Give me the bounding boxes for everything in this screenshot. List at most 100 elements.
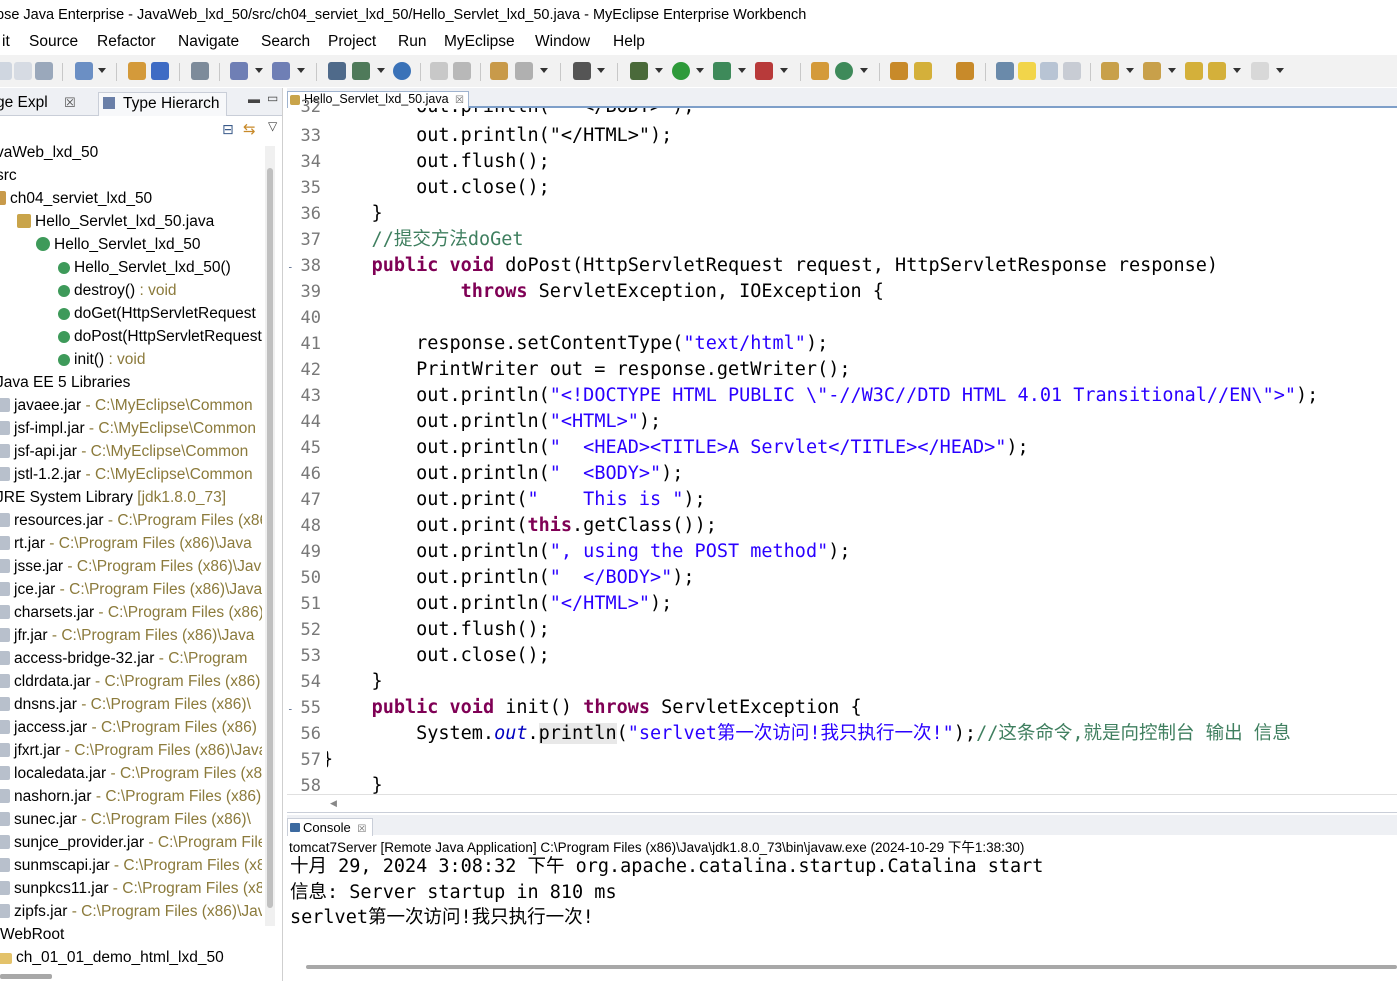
tree-item-jar[interactable]: jfxrt.jar - C:\Program Files (x86)\Java bbox=[0, 739, 262, 762]
view-menu-icon[interactable]: ▽ bbox=[268, 119, 277, 133]
new-class-icon[interactable] bbox=[811, 62, 829, 80]
editor-horizontal-scrollbar[interactable]: ◀ bbox=[287, 794, 1397, 810]
external-tools-icon[interactable] bbox=[755, 62, 773, 80]
fold-marker-icon[interactable]: ⁃ bbox=[288, 263, 293, 274]
menu-window[interactable]: Window bbox=[535, 30, 590, 54]
prev-annotation-icon[interactable] bbox=[1143, 62, 1161, 80]
tree-item-jar[interactable]: jstl-1.2.jar - C:\MyEclipse\Common bbox=[0, 463, 253, 486]
tree-item-jar[interactable]: sunec.jar - C:\Program Files (x86)\ bbox=[0, 808, 251, 831]
globe-icon[interactable] bbox=[393, 62, 411, 80]
tree-item-jar[interactable]: zipfs.jar - C:\Program Files (x86)\Java bbox=[0, 900, 262, 923]
menu-navigate[interactable]: Navigate bbox=[178, 30, 239, 54]
minimize-icon[interactable]: ▬ bbox=[248, 92, 260, 106]
tree-item-method[interactable]: destroy() : void bbox=[58, 279, 177, 302]
deploy-icon[interactable] bbox=[230, 62, 248, 80]
collapse-all-icon[interactable]: ⊟ bbox=[222, 121, 234, 138]
menu-edit[interactable]: it bbox=[2, 30, 10, 54]
highlight-icon[interactable] bbox=[1018, 62, 1036, 80]
pen-icon[interactable] bbox=[914, 62, 932, 80]
back-icon[interactable] bbox=[1208, 62, 1226, 80]
tab-type-hierarchy[interactable]: Type Hierarch bbox=[98, 92, 227, 116]
tree-item-library[interactable]: Java EE 5 Libraries bbox=[0, 371, 130, 394]
tree-item-project[interactable]: vaWeb_lxd_50 bbox=[0, 141, 98, 164]
new-wizard-icon[interactable] bbox=[75, 62, 93, 80]
tree-item-constructor[interactable]: Hello_Servlet_lxd_50() bbox=[58, 256, 231, 279]
maximize-icon[interactable]: ▭ bbox=[267, 91, 278, 105]
tree-item-jar[interactable]: jfr.jar - C:\Program Files (x86)\Java bbox=[0, 624, 254, 647]
tree-item-jar[interactable]: resources.jar - C:\Program Files (x86) bbox=[0, 509, 262, 532]
forward-icon[interactable] bbox=[1251, 62, 1269, 80]
tree-item-jar[interactable]: sunpkcs11.jar - C:\Program Files (x86) bbox=[0, 877, 262, 900]
tree-item-jar[interactable]: nashorn.jar - C:\Program Files (x86) bbox=[0, 785, 261, 808]
image-icon[interactable] bbox=[490, 62, 508, 80]
link-editor-icon[interactable]: ⇆ bbox=[243, 120, 256, 138]
run-config-icon[interactable] bbox=[713, 62, 731, 80]
console-horizontal-scrollbar[interactable] bbox=[306, 965, 1397, 969]
menu-project[interactable]: Project bbox=[328, 30, 376, 54]
tree-item-src[interactable]: src bbox=[0, 164, 17, 187]
tree-item-jar[interactable]: sunjce_provider.jar - C:\Program Files bbox=[0, 831, 262, 854]
tree-item-package[interactable]: ch04_serviet_lxd_50 bbox=[0, 187, 152, 210]
run-icon[interactable] bbox=[672, 62, 690, 80]
menu-source[interactable]: Source bbox=[29, 30, 78, 54]
tree-item-jar[interactable]: jaccess.jar - C:\Program Files (x86) bbox=[0, 716, 257, 739]
tree-item-jar[interactable]: rt.jar - C:\Program Files (x86)\Java bbox=[0, 532, 252, 555]
tree-item-jar[interactable]: charsets.jar - C:\Program Files (x86) bbox=[0, 601, 262, 624]
last-edit-icon[interactable] bbox=[1185, 62, 1203, 80]
tree-item-method[interactable]: init() : void bbox=[58, 348, 146, 371]
server-icon[interactable] bbox=[272, 62, 290, 80]
menu-search[interactable]: Search bbox=[261, 30, 310, 54]
tree-item-jar[interactable]: jsf-impl.jar - C:\MyEclipse\Common bbox=[0, 417, 256, 440]
nav-forward-icon[interactable] bbox=[453, 62, 471, 80]
tools-icon[interactable] bbox=[352, 62, 370, 80]
tree-item-jar[interactable]: jce.jar - C:\Program Files (x86)\Java bbox=[0, 578, 262, 601]
tree-scroll-thumb[interactable] bbox=[267, 168, 273, 908]
open-folder-icon[interactable] bbox=[890, 62, 908, 80]
fold-marker-icon[interactable]: ⁃ bbox=[288, 705, 293, 716]
next-annotation-icon[interactable] bbox=[1101, 62, 1119, 80]
debug-icon[interactable] bbox=[630, 62, 648, 80]
tree-item-jar[interactable]: localedata.jar - C:\Program Files (x86) bbox=[0, 762, 262, 785]
tab-console[interactable]: Console ☒ bbox=[287, 818, 374, 836]
web-project-icon[interactable] bbox=[328, 62, 346, 80]
print-icon[interactable] bbox=[35, 62, 53, 80]
tree-horizontal-scrollbar[interactable] bbox=[0, 974, 52, 979]
tree-item-jre-library[interactable]: JRE System Library [jdk1.8.0_73] bbox=[0, 486, 226, 509]
search-icon[interactable] bbox=[996, 62, 1014, 80]
tree-item-class[interactable]: Hello_Servlet_lxd_50 bbox=[36, 233, 200, 256]
block-select-icon[interactable] bbox=[1040, 62, 1058, 80]
tree-item-java-file[interactable]: Hello_Servlet_lxd_50.java bbox=[17, 210, 214, 233]
tree-item-jar[interactable]: javaee.jar - C:\MyEclipse\Common bbox=[0, 394, 253, 417]
close-icon[interactable]: ☒ bbox=[357, 824, 366, 835]
tab-package-explorer[interactable]: ge Expl ☒ bbox=[0, 92, 76, 116]
tree-item-webroot[interactable]: WebRoot bbox=[0, 923, 64, 946]
code-area[interactable]: out.println(" </BODY>"); out.println("</… bbox=[327, 108, 1397, 798]
open-type-icon[interactable] bbox=[128, 62, 146, 80]
tree-item-jar[interactable]: jsf-api.jar - C:\MyEclipse\Common bbox=[0, 440, 248, 463]
show-whitespace-icon[interactable] bbox=[1063, 62, 1081, 80]
terminal-icon[interactable] bbox=[191, 62, 209, 80]
search-web-icon[interactable] bbox=[515, 62, 533, 80]
new-icon[interactable] bbox=[0, 62, 12, 80]
tree-item-jar[interactable]: cldrdata.jar - C:\Program Files (x86) bbox=[0, 670, 260, 693]
menu-run[interactable]: Run bbox=[398, 30, 426, 54]
tree-item-method[interactable]: doGet(HttpServletRequest bbox=[58, 302, 256, 325]
new-interface-icon[interactable] bbox=[835, 62, 853, 80]
tree-item-method[interactable]: doPost(HttpServletRequest bbox=[58, 325, 262, 348]
monitor-icon[interactable] bbox=[573, 62, 591, 80]
menu-refactor[interactable]: Refactor bbox=[97, 30, 156, 54]
menu-help[interactable]: Help bbox=[613, 30, 645, 54]
nav-back-icon[interactable] bbox=[430, 62, 448, 80]
menu-myeclipse[interactable]: MyEclipse bbox=[444, 30, 515, 54]
close-icon[interactable]: ☒ bbox=[455, 95, 464, 106]
scroll-left-icon[interactable]: ◀ bbox=[330, 798, 337, 809]
task-icon[interactable] bbox=[956, 62, 974, 80]
save-icon[interactable] bbox=[14, 62, 32, 80]
tree-item-folder[interactable]: ch_01_01_demo_html_lxd_50 bbox=[0, 946, 224, 969]
tree-item-jar[interactable]: access-bridge-32.jar - C:\Program bbox=[0, 647, 247, 670]
tree-item-jar[interactable]: dnsns.jar - C:\Program Files (x86)\ bbox=[0, 693, 251, 716]
tree-item-jar[interactable]: sunmscapi.jar - C:\Program Files (x86) bbox=[0, 854, 262, 877]
close-icon[interactable]: ☒ bbox=[64, 95, 76, 110]
tree-item-jar[interactable]: jsse.jar - C:\Program Files (x86)\Java bbox=[0, 555, 262, 578]
open-resource-icon[interactable] bbox=[151, 62, 169, 80]
